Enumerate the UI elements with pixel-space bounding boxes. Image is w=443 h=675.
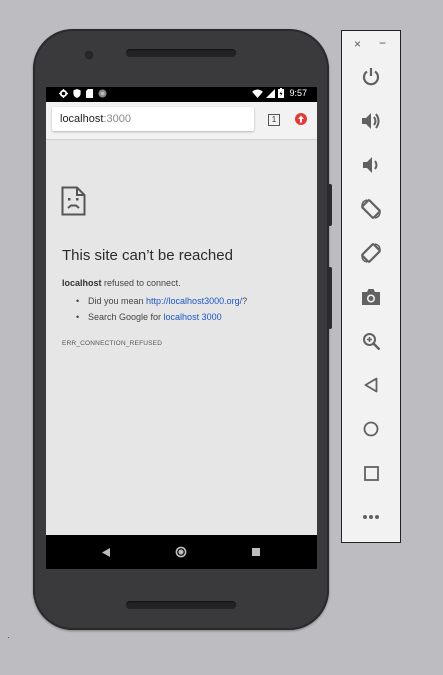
recents-icon [252, 548, 260, 556]
volume-down-button[interactable] [356, 150, 386, 180]
search-query-link[interactable]: localhost 3000 [164, 312, 222, 322]
front-camera [85, 51, 93, 59]
stray-dot [8, 637, 9, 638]
volume-up-button[interactable] [356, 106, 386, 136]
emulator-overview-button[interactable] [356, 458, 386, 488]
settings-icon [59, 89, 68, 98]
back-icon [102, 547, 110, 557]
rotate-left-button[interactable] [356, 194, 386, 224]
power-button[interactable] [356, 62, 386, 92]
address-bar[interactable]: localhost:3000 [52, 107, 254, 131]
error-page: This site can’t be reached localhost ref… [46, 140, 317, 535]
volume-side-button [329, 267, 332, 329]
wifi-icon [252, 88, 264, 98]
question-mark: ? [242, 296, 248, 306]
status-time: 9:57 [289, 88, 307, 98]
search-google-label: Search Google for [88, 312, 164, 322]
error-host: localhost [62, 278, 102, 288]
url-port: :3000 [103, 113, 131, 125]
nav-back-button[interactable] [86, 535, 126, 569]
error-code: ERR_CONNECTION_REFUSED [62, 340, 163, 347]
volume-up-icon [361, 113, 379, 129]
rotate-left-icon [361, 199, 381, 219]
rotate-right-icon [361, 243, 381, 263]
more-icon [363, 515, 379, 519]
sad-page-icon [61, 186, 86, 216]
volume-down-icon [363, 157, 378, 173]
tab-switcher-button[interactable]: 1 [268, 114, 280, 126]
close-button[interactable]: × [354, 37, 361, 51]
refused-text: refused to connect. [101, 278, 181, 288]
list-item: Did you mean http://localhost3000.org/? [76, 296, 247, 312]
emulator-home-button[interactable] [356, 414, 386, 444]
signal-icon [266, 88, 276, 98]
sync-icon [98, 89, 107, 98]
did-you-mean-label: Did you mean [88, 296, 147, 306]
emulator-control-panel: × − [341, 30, 401, 543]
shield-icon [73, 89, 81, 98]
back-icon [364, 377, 378, 393]
status-bar: 9:57 [46, 87, 317, 102]
error-description: localhost refused to connect. [62, 278, 181, 288]
camera-icon [362, 289, 380, 305]
bottom-speaker [126, 601, 236, 609]
error-title: This site can’t be reached [62, 247, 233, 264]
nav-recents-button[interactable] [236, 535, 276, 569]
more-options-button[interactable] [356, 502, 386, 532]
minimize-button[interactable]: − [379, 37, 386, 49]
power-icon [362, 68, 380, 86]
screenshot-button[interactable] [356, 282, 386, 312]
home-icon [175, 546, 187, 558]
suggestion-list: Did you mean http://localhost3000.org/? … [76, 296, 247, 328]
suggested-url-link[interactable]: http://localhost3000.org/ [146, 296, 242, 306]
url-host: localhost [60, 113, 104, 125]
android-nav-bar [46, 535, 317, 569]
phone-frame: 9:57 localhost:3000 1 This site can’t be… [33, 29, 332, 630]
emulator-back-button[interactable] [356, 370, 386, 400]
power-side-button [329, 184, 332, 226]
zoom-button[interactable] [356, 326, 386, 356]
overview-icon [363, 465, 379, 481]
nav-home-button[interactable] [161, 535, 201, 569]
battery-icon [278, 88, 285, 98]
update-available-icon[interactable] [295, 113, 307, 125]
top-speaker [126, 49, 236, 57]
list-item: Search Google for localhost 3000 [76, 312, 247, 328]
zoom-icon [362, 332, 380, 350]
home-icon [363, 421, 379, 437]
rotate-right-button[interactable] [356, 238, 386, 268]
sd-card-icon [86, 89, 93, 98]
browser-toolbar: localhost:3000 1 [46, 102, 317, 140]
device-screen: 9:57 localhost:3000 1 This site can’t be… [46, 87, 317, 569]
